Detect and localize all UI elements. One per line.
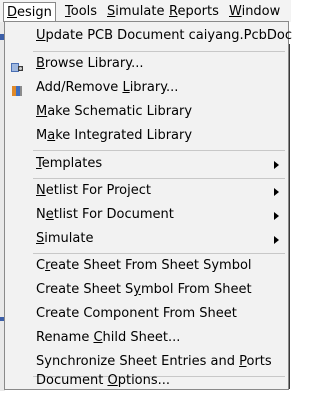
menu-item-netlist-for-project[interactable]: Netlist For Project [6,179,287,203]
menu-item-label: Create Component From Sheet [36,306,237,321]
menu-bar: Design Tools Simulate Reports Window [0,0,291,23]
menu-item-document-options[interactable]: Document Options... [6,366,287,390]
menu-item-rename-child-sheet[interactable]: Rename Child Sheet... [6,326,287,350]
submenu-arrow-icon [274,236,279,244]
menu-window-mnemonic: W [229,4,242,19]
menu-item-create-sheet-symbol-from-sheet[interactable]: Create Sheet Symbol From Sheet [6,278,287,302]
menu-item-label: Make Schematic Library [36,104,193,119]
menu-item-label: Update PCB Document caiyang.PcbDoc [36,28,293,43]
menu-item-make-schematic-library[interactable]: Make Schematic Library [6,100,287,124]
menu-item-label: Rename Child Sheet... [36,330,181,345]
menu-reports[interactable]: Reports [167,2,221,22]
menu-tools-label: ools [70,4,98,19]
menu-item-label: Create Sheet From Sheet Symbol [36,258,252,273]
menu-design-mnemonic: D [7,5,18,20]
menu-separator [33,150,285,151]
submenu-arrow-icon [274,161,279,169]
submenu-arrow-icon [274,212,279,220]
menu-item-label: Templates [36,156,103,171]
menu-item-label: Browse Library... [36,56,144,71]
menu-item-label: Create Sheet Symbol From Sheet [36,282,252,297]
menu-design[interactable]: Design [3,2,56,23]
menu-item-label: Document Options... [36,373,171,388]
menu-item-create-sheet-from-sheet-symbol[interactable]: Create Sheet From Sheet Symbol [6,254,287,278]
menu-item-label: Make Integrated Library [36,128,193,143]
menu-tools[interactable]: Tools [63,2,99,22]
menu-item-simulate[interactable]: Simulate [6,227,287,251]
menu-item-create-component-from-sheet[interactable]: Create Component From Sheet [6,302,287,326]
menu-item-label: Netlist For Project [36,183,151,198]
menu-item-label: Add/Remove Library... [36,80,179,95]
menu-item-update-pcb-document[interactable]: Update PCB Document caiyang.PcbDoc [6,24,292,48]
menu-item-browse-library[interactable]: Browse Library... [6,52,287,76]
menu-reports-label: eports [177,4,219,19]
library-add-remove-icon [11,82,23,96]
menu-window-label: indow [241,4,281,19]
design-menu-dropdown: Update PCB Document caiyang.PcbDoc Brows… [4,21,292,390]
menu-design-label-post: esign [17,5,52,20]
menu-item-templates[interactable]: Templates [6,152,287,176]
submenu-arrow-icon [274,188,279,196]
menu-item-add-remove-library[interactable]: Add/Remove Library... [6,76,287,100]
menu-window[interactable]: Window [227,2,282,22]
menu-item-label: Simulate [36,231,94,246]
menu-item-label: Netlist For Document [36,207,174,222]
menu-item-netlist-for-document[interactable]: Netlist For Document [6,203,287,227]
menu-item-make-integrated-library[interactable]: Make Integrated Library [6,124,287,148]
menu-simulate[interactable]: Simulate [105,2,166,22]
menu-simulate-label: imulate [115,4,165,19]
library-book-icon [11,58,23,72]
